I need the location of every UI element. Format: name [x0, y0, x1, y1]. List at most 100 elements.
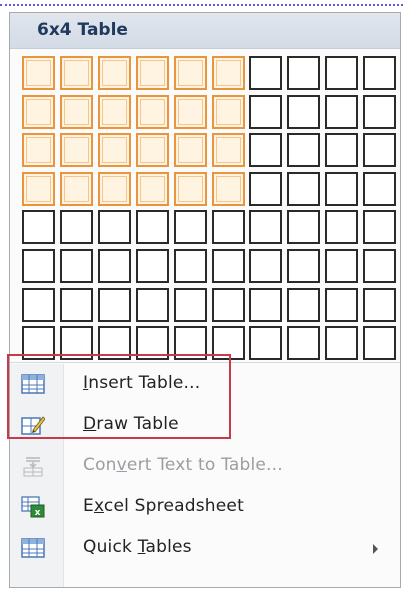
table-grid-cell[interactable] — [98, 326, 131, 360]
insert-table-menu-item[interactable]: Insert Table... — [10, 364, 400, 404]
table-grid-cell[interactable] — [22, 326, 55, 360]
table-grid-cell[interactable] — [363, 210, 396, 244]
table-grid-cell[interactable] — [249, 249, 282, 283]
table-grid-cell-selected[interactable] — [136, 56, 169, 90]
table-grid-cell-selected[interactable] — [22, 133, 55, 167]
draw-table-icon — [21, 416, 45, 435]
table-grid-cell[interactable] — [60, 210, 93, 244]
submenu-arrow-icon — [373, 544, 378, 554]
insert-table-icon — [21, 374, 45, 394]
table-grid-cell[interactable] — [363, 172, 396, 206]
table-grid-cell[interactable] — [136, 249, 169, 283]
table-grid-cell-selected[interactable] — [60, 133, 93, 167]
table-grid-cell-selected[interactable] — [212, 56, 245, 90]
table-grid-cell-selected[interactable] — [174, 133, 207, 167]
draw-table-menu-item[interactable]: Draw Table — [10, 405, 400, 445]
table-grid-cell-selected[interactable] — [22, 56, 55, 90]
table-grid-cell[interactable] — [287, 56, 320, 90]
table-grid-cell[interactable] — [174, 326, 207, 360]
table-grid-cell[interactable] — [287, 249, 320, 283]
table-grid-cell[interactable] — [363, 133, 396, 167]
table-grid-cell[interactable] — [60, 326, 93, 360]
table-grid-cell[interactable] — [212, 288, 245, 322]
table-grid-cell[interactable] — [363, 326, 396, 360]
table-grid-cell[interactable] — [287, 210, 320, 244]
hyperlink-underline — [0, 4, 403, 9]
table-grid-cell[interactable] — [212, 249, 245, 283]
table-grid-cell[interactable] — [249, 133, 282, 167]
table-grid-cell[interactable] — [249, 172, 282, 206]
table-grid-cell[interactable] — [22, 210, 55, 244]
table-grid-cell[interactable] — [325, 172, 358, 206]
table-grid-cell[interactable] — [287, 288, 320, 322]
table-grid-cell-selected[interactable] — [174, 95, 207, 129]
table-grid-cell-selected[interactable] — [60, 95, 93, 129]
table-grid-cell[interactable] — [325, 95, 358, 129]
table-grid-cell[interactable] — [287, 326, 320, 360]
excel-spreadsheet-icon: x — [21, 496, 45, 518]
table-grid-cell[interactable] — [325, 210, 358, 244]
draw-table-label: Draw Table — [83, 414, 179, 434]
table-grid-cell[interactable] — [287, 95, 320, 129]
insert-table-menu: 6x4 Table Insert Table... Draw Table Con… — [9, 12, 401, 588]
table-grid-cell[interactable] — [325, 249, 358, 283]
table-grid-cell-selected[interactable] — [98, 172, 131, 206]
table-grid-cell-selected[interactable] — [136, 133, 169, 167]
table-grid-cell-selected[interactable] — [136, 172, 169, 206]
table-grid-cell[interactable] — [174, 288, 207, 322]
quick-tables-icon — [21, 538, 45, 558]
table-grid-cell-selected[interactable] — [60, 172, 93, 206]
table-grid-cell[interactable] — [136, 326, 169, 360]
table-grid-cell[interactable] — [60, 249, 93, 283]
table-grid-cell[interactable] — [363, 95, 396, 129]
table-grid-cell[interactable] — [174, 210, 207, 244]
table-grid-cell-selected[interactable] — [22, 172, 55, 206]
insert-table-label: Insert Table... — [83, 373, 201, 393]
table-grid-cell[interactable] — [249, 95, 282, 129]
table-grid-cell[interactable] — [287, 133, 320, 167]
quick-tables-menu-item[interactable]: Quick Tables — [10, 528, 400, 568]
table-grid-cell-selected[interactable] — [98, 95, 131, 129]
table-grid-cell-selected[interactable] — [60, 56, 93, 90]
table-grid-cell[interactable] — [136, 288, 169, 322]
svg-text:x: x — [35, 508, 41, 518]
table-grid-cell[interactable] — [363, 288, 396, 322]
table-grid-cell-selected[interactable] — [98, 133, 131, 167]
table-grid-cell[interactable] — [212, 210, 245, 244]
table-grid-cell[interactable] — [363, 56, 396, 90]
excel-spreadsheet-label: Excel Spreadsheet — [83, 496, 244, 516]
excel-spreadsheet-menu-item[interactable]: x Excel Spreadsheet — [10, 487, 400, 527]
table-grid-cell[interactable] — [22, 249, 55, 283]
table-grid-cell[interactable] — [325, 56, 358, 90]
table-grid-cell[interactable] — [325, 133, 358, 167]
table-grid-cell-selected[interactable] — [98, 56, 131, 90]
table-grid-cell-selected[interactable] — [136, 95, 169, 129]
table-grid-cell[interactable] — [287, 172, 320, 206]
table-grid-cell[interactable] — [174, 249, 207, 283]
table-grid-cell[interactable] — [136, 210, 169, 244]
table-grid-cell[interactable] — [325, 288, 358, 322]
menu-header: 6x4 Table — [10, 13, 400, 49]
table-grid-cell[interactable] — [22, 288, 55, 322]
table-grid-cell[interactable] — [249, 288, 282, 322]
table-grid-cell[interactable] — [212, 326, 245, 360]
table-grid-cell[interactable] — [249, 210, 282, 244]
table-grid-cell-selected[interactable] — [212, 133, 245, 167]
table-grid-cell-selected[interactable] — [212, 172, 245, 206]
table-grid-cell[interactable] — [249, 326, 282, 360]
table-grid-cell[interactable] — [98, 210, 131, 244]
table-grid-cell[interactable] — [98, 288, 131, 322]
table-grid-cell[interactable] — [60, 288, 93, 322]
convert-text-to-table-menu-item: Convert Text to Table... — [10, 446, 400, 486]
table-grid-cell[interactable] — [249, 56, 282, 90]
table-grid-cell[interactable] — [325, 326, 358, 360]
table-grid-cell-selected[interactable] — [174, 56, 207, 90]
table-grid-cell-selected[interactable] — [22, 95, 55, 129]
table-grid-cell[interactable] — [363, 249, 396, 283]
table-grid-cell-selected[interactable] — [212, 95, 245, 129]
convert-text-to-table-label: Convert Text to Table... — [83, 455, 283, 475]
table-grid-cell-selected[interactable] — [174, 172, 207, 206]
menu-separator — [10, 362, 400, 363]
table-grid-cell[interactable] — [98, 249, 131, 283]
convert-text-to-table-icon — [23, 457, 43, 477]
